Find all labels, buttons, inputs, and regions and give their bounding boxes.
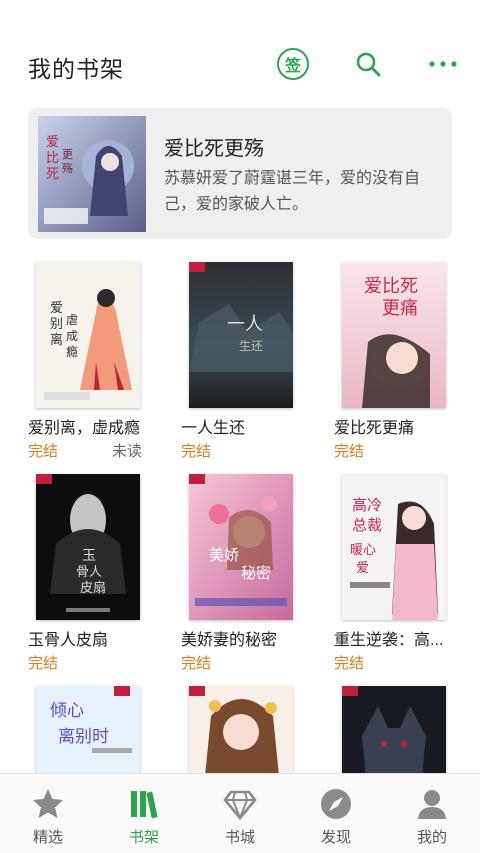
tab-label: 书架	[128, 829, 159, 846]
sign-in-button[interactable]: 签	[276, 47, 310, 81]
book-cover: 玉 骨人 皮扇	[36, 474, 140, 620]
svg-text:爱: 爱	[50, 301, 63, 316]
svg-text:暖心: 暖心	[350, 543, 376, 558]
featured-book-card[interactable]: 爱 比 死 更 殇 爱比死更殇 苏慕妍爱了蔚霆谌三年，爱的没有自己，爱的家破人亡…	[28, 108, 452, 239]
book-read-state: 未读	[112, 443, 143, 460]
search-button[interactable]	[351, 47, 385, 81]
book-status: 完结	[181, 655, 212, 672]
tab-featured[interactable]: 精选	[0, 774, 96, 853]
featured-book-title: 爱比死更殇	[164, 138, 264, 160]
svg-text:殇: 殇	[62, 161, 73, 175]
book-cover: 爱比死 更痛	[342, 262, 446, 408]
app-header: 我的书架 签	[0, 0, 480, 100]
tab-profile[interactable]: 我的	[384, 774, 480, 853]
tab-discover[interactable]: 发现	[288, 774, 384, 853]
svg-text:比: 比	[46, 151, 59, 166]
book-title: 美娇妻的秘密	[181, 632, 278, 649]
svg-text:更: 更	[62, 148, 73, 161]
svg-text:美娇: 美娇	[209, 546, 239, 564]
star-icon	[30, 786, 66, 822]
svg-text:倾心: 倾心	[50, 701, 84, 721]
more-icon	[429, 61, 457, 67]
svg-text:离: 离	[50, 332, 63, 348]
bottom-tab-bar: 精选 书架 书城 发现 我的	[0, 773, 480, 853]
svg-text:别: 别	[50, 317, 63, 332]
tab-label: 书城	[224, 829, 255, 846]
svg-text:死: 死	[46, 167, 59, 182]
bookshelf-icon	[126, 786, 162, 822]
compass-icon	[318, 786, 354, 822]
tab-label: 发现	[320, 829, 351, 846]
tab-bookstore[interactable]: 书城	[192, 774, 288, 853]
svg-text:一人: 一人	[227, 314, 263, 335]
book-title: 重生逆袭：高...	[334, 632, 444, 649]
diamond-icon	[222, 786, 258, 822]
book-cover: 美娇 秘密	[189, 474, 293, 620]
svg-text:皮扇: 皮扇	[80, 580, 106, 596]
page-title: 我的书架	[28, 56, 124, 82]
svg-text:离别时: 离别时	[58, 727, 109, 747]
book-status: 完结	[181, 443, 212, 460]
book-title: 玉骨人皮扇	[28, 632, 109, 649]
tab-label: 我的	[416, 829, 447, 846]
book-cover: 一人 生还	[189, 262, 293, 408]
svg-text:瘾: 瘾	[66, 344, 78, 359]
featured-book-cover: 爱 比 死 更 殇	[38, 116, 146, 232]
svg-text:骨人: 骨人	[76, 565, 102, 580]
tab-label: 精选	[32, 829, 63, 846]
svg-text:爱比死: 爱比死	[364, 276, 418, 297]
tab-bookshelf[interactable]: 书架	[96, 774, 192, 853]
svg-text:总裁: 总裁	[352, 516, 382, 534]
sign-in-icon: 签	[277, 48, 309, 80]
book-status: 完结	[334, 655, 365, 672]
more-button[interactable]	[426, 47, 460, 81]
featured-book-description: 苏慕妍爱了蔚霆谌三年，爱的没有自己，爱的家破人亡。	[164, 170, 421, 213]
book-status: 完结	[28, 655, 59, 672]
svg-text:成: 成	[66, 329, 78, 343]
svg-text:爱: 爱	[356, 561, 369, 576]
svg-text:生还: 生还	[239, 339, 263, 353]
svg-text:秘密: 秘密	[241, 564, 271, 582]
svg-text:高冷: 高冷	[352, 496, 382, 514]
book-title: 爱比死更痛	[334, 420, 415, 437]
book-title: 爱别离，虚成瘾	[28, 420, 141, 437]
book-title: 一人生还	[181, 420, 246, 437]
svg-text:虐: 虐	[66, 313, 78, 327]
search-icon	[356, 52, 381, 77]
svg-text:爱: 爱	[46, 135, 59, 150]
book-status: 完结	[334, 443, 365, 460]
svg-text:玉: 玉	[82, 548, 96, 564]
user-icon	[414, 786, 450, 822]
book-cover: 爱 别 离 虐 成 瘾	[36, 262, 140, 408]
svg-text:更痛: 更痛	[382, 298, 418, 319]
book-cover: 高冷 总裁 暖心 爱	[342, 474, 446, 620]
book-status: 完结	[28, 443, 59, 460]
